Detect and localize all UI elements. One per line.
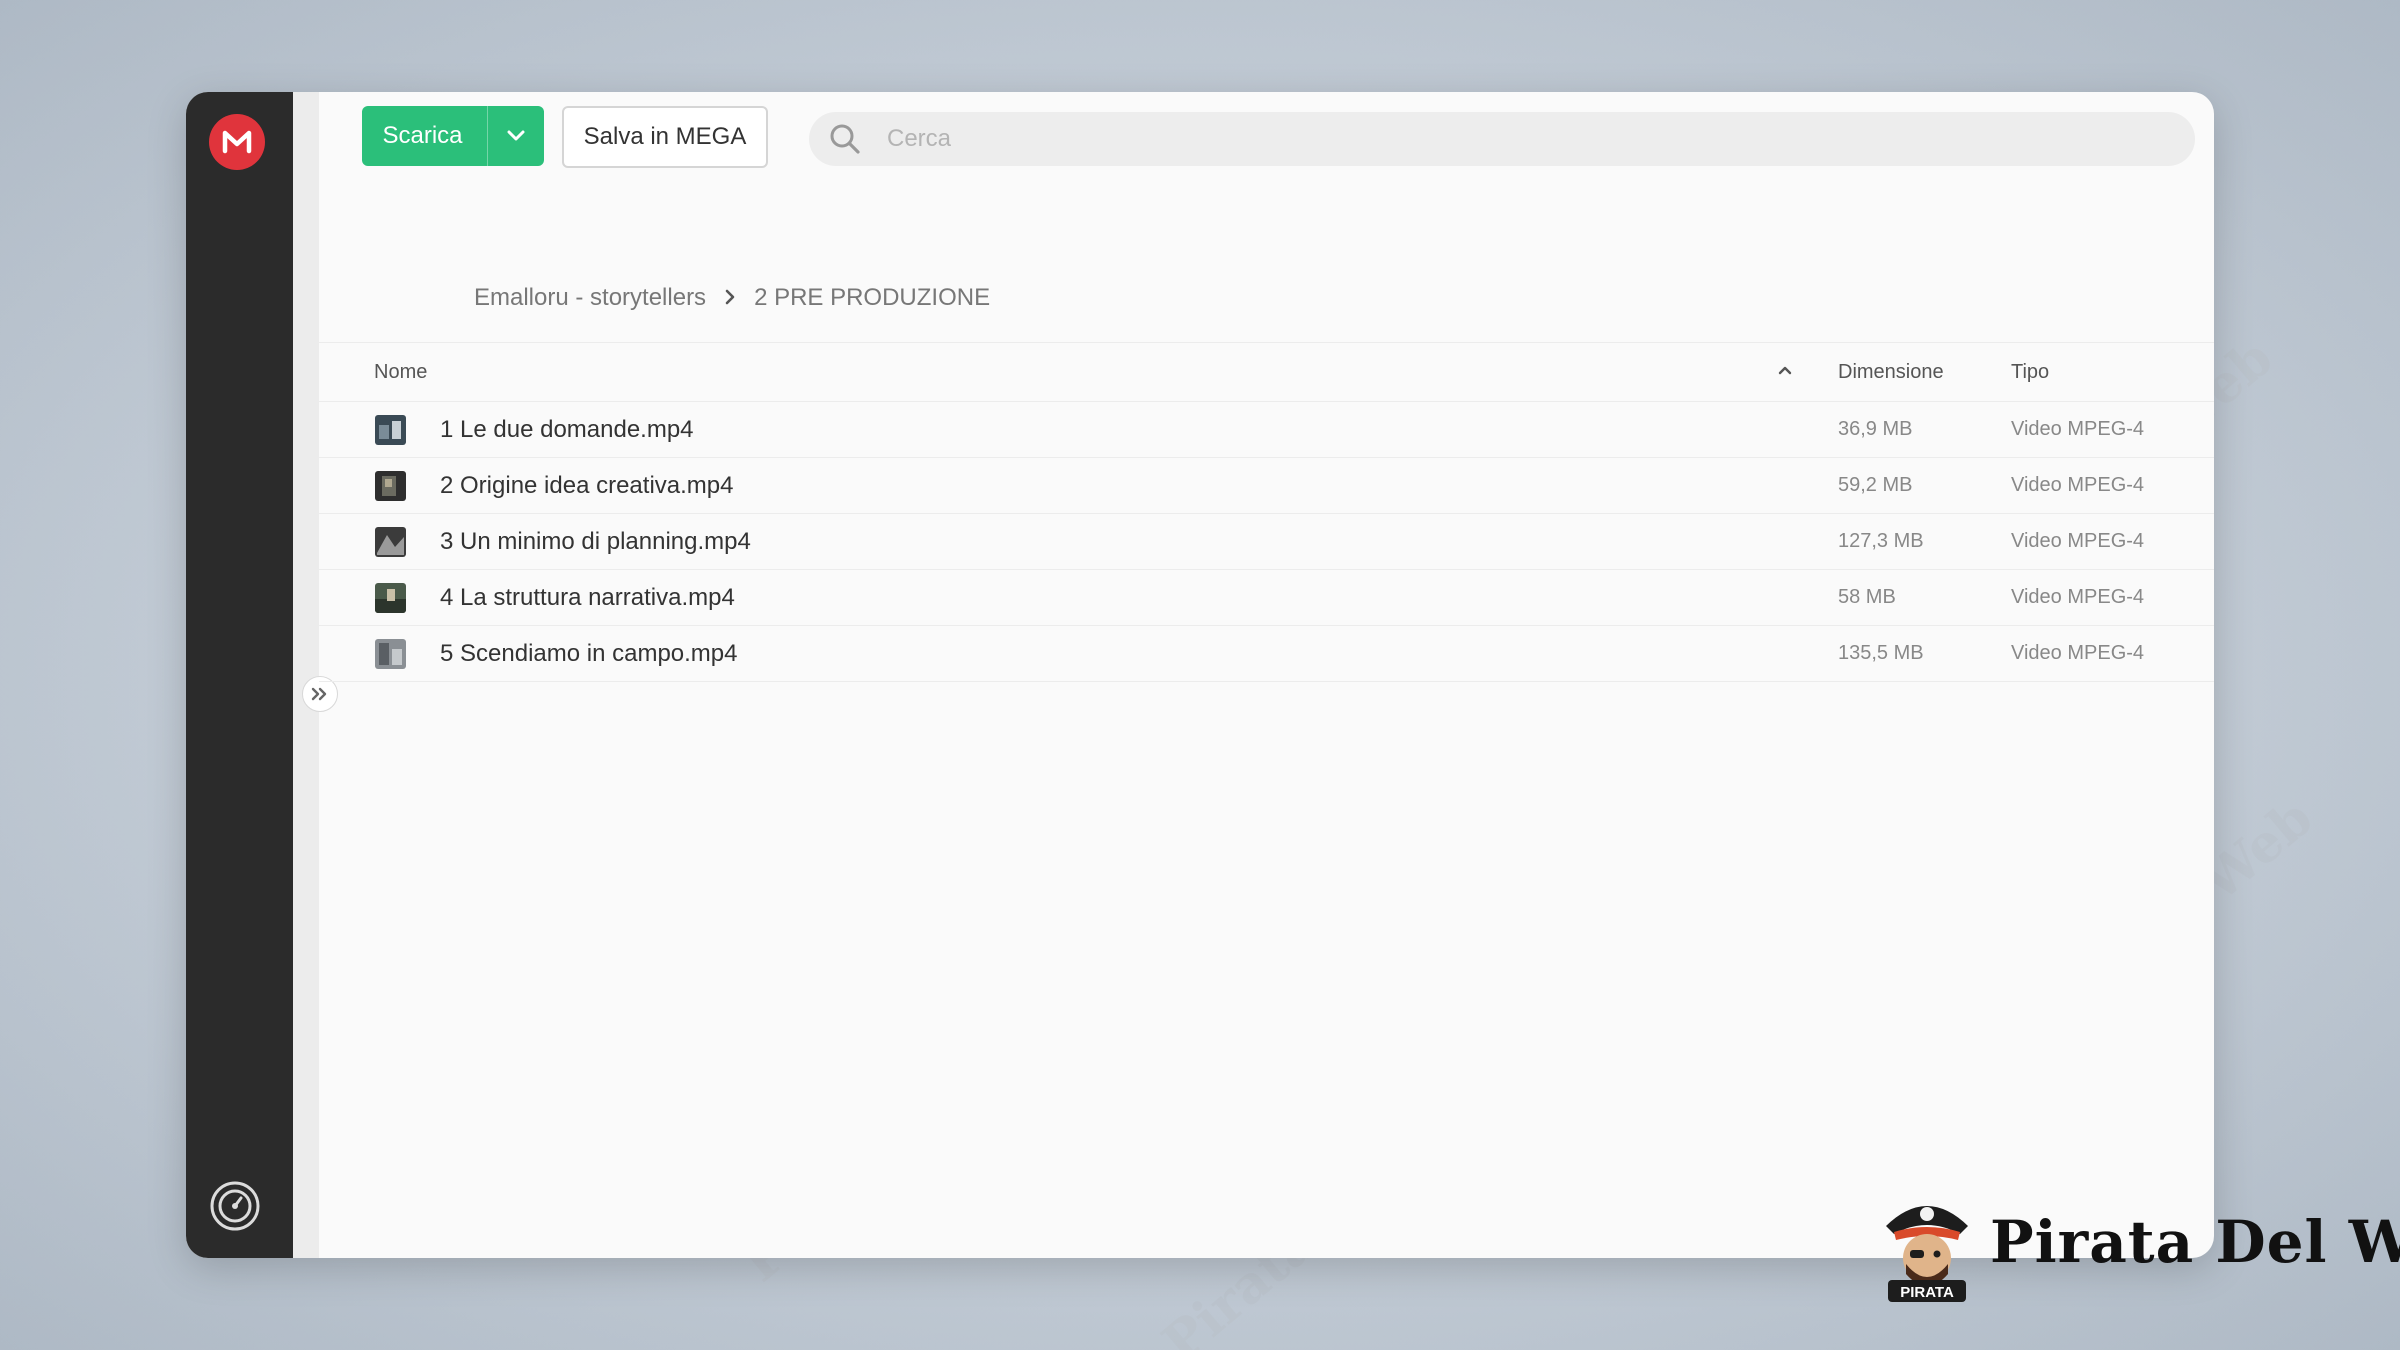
column-header-size[interactable]: Dimensione (1838, 361, 1944, 384)
file-table: Nome Dimensione Tipo 1 Le due domande.mp… (319, 342, 2214, 682)
video-thumbnail-icon (375, 415, 406, 445)
file-type: Video MPEG-4 (2011, 642, 2145, 664)
file-name: 3 Un minimo di planning.mp4 (440, 528, 751, 555)
sidebar (186, 92, 293, 1258)
file-name: 2 Origine idea creativa.mp4 (440, 472, 734, 499)
file-name: 5 Scendiamo in campo.mp4 (440, 640, 738, 667)
download-dropdown-toggle[interactable] (487, 106, 544, 166)
table-row[interactable]: 5 Scendiamo in campo.mp4 135,5 MB Video … (319, 626, 2214, 682)
mega-window: Scarica Salva in MEGA Emalloru - storyte… (186, 92, 2214, 1258)
file-type: Video MPEG-4 (2011, 474, 2145, 496)
save-to-mega-label: Salva in MEGA (583, 123, 747, 150)
file-type: Video MPEG-4 (2011, 530, 2145, 552)
column-header-name[interactable]: Nome (374, 361, 427, 384)
file-size: 36,9 MB (1838, 418, 1913, 440)
speedometer-icon[interactable] (209, 1180, 261, 1232)
sidebar-collapse-strip (293, 92, 319, 1258)
table-row[interactable]: 1 Le due domande.mp4 36,9 MB Video MPEG-… (319, 402, 2214, 458)
file-name: 4 La struttura narrativa.mp4 (440, 584, 735, 611)
file-size: 127,3 MB (1838, 530, 1924, 552)
save-to-mega-button[interactable]: Salva in MEGA (562, 106, 768, 168)
chevron-down-icon (507, 130, 525, 141)
video-thumbnail-icon (375, 583, 406, 613)
table-row[interactable]: 4 La struttura narrativa.mp4 58 MB Video… (319, 570, 2214, 626)
file-name: 1 Le due domande.mp4 (440, 416, 694, 443)
table-header: Nome Dimensione Tipo (319, 342, 2214, 402)
file-size: 135,5 MB (1838, 642, 1924, 664)
chevron-up-icon[interactable] (1777, 363, 1793, 381)
video-thumbnail-icon (375, 527, 406, 557)
brand-name: Pirata Del Web (1990, 1208, 2400, 1276)
table-row[interactable]: 2 Origine idea creativa.mp4 59,2 MB Vide… (319, 458, 2214, 514)
column-header-type[interactable]: Tipo (2011, 361, 2049, 384)
file-size: 58 MB (1838, 586, 1896, 608)
breadcrumb-item-current[interactable]: 2 PRE PRODUZIONE (754, 284, 990, 312)
video-thumbnail-icon (375, 639, 406, 669)
search-icon (825, 119, 865, 159)
search-input[interactable] (885, 124, 2089, 154)
download-button[interactable]: Scarica (362, 106, 544, 166)
mega-logo-icon[interactable] (209, 114, 265, 170)
file-size: 59,2 MB (1838, 474, 1913, 496)
download-button-label: Scarica (382, 122, 463, 149)
chevron-right-icon (724, 285, 736, 311)
file-type: Video MPEG-4 (2011, 418, 2145, 440)
video-thumbnail-icon (375, 471, 406, 501)
main-panel: Scarica Salva in MEGA Emalloru - storyte… (319, 92, 2214, 1258)
brand-badge: PIRATA (1900, 1284, 1954, 1301)
pirate-mascot-icon: PIRATA (1886, 1206, 1968, 1302)
file-type: Video MPEG-4 (2011, 586, 2145, 608)
brand-watermark: PIRATA Pirata Del Web (1880, 1186, 2400, 1306)
search-bar[interactable] (809, 112, 2195, 166)
breadcrumb-item-parent[interactable]: Emalloru - storytellers (474, 284, 706, 312)
breadcrumb: Emalloru - storytellers 2 PRE PRODUZIONE (474, 284, 990, 312)
table-row[interactable]: 3 Un minimo di planning.mp4 127,3 MB Vid… (319, 514, 2214, 570)
